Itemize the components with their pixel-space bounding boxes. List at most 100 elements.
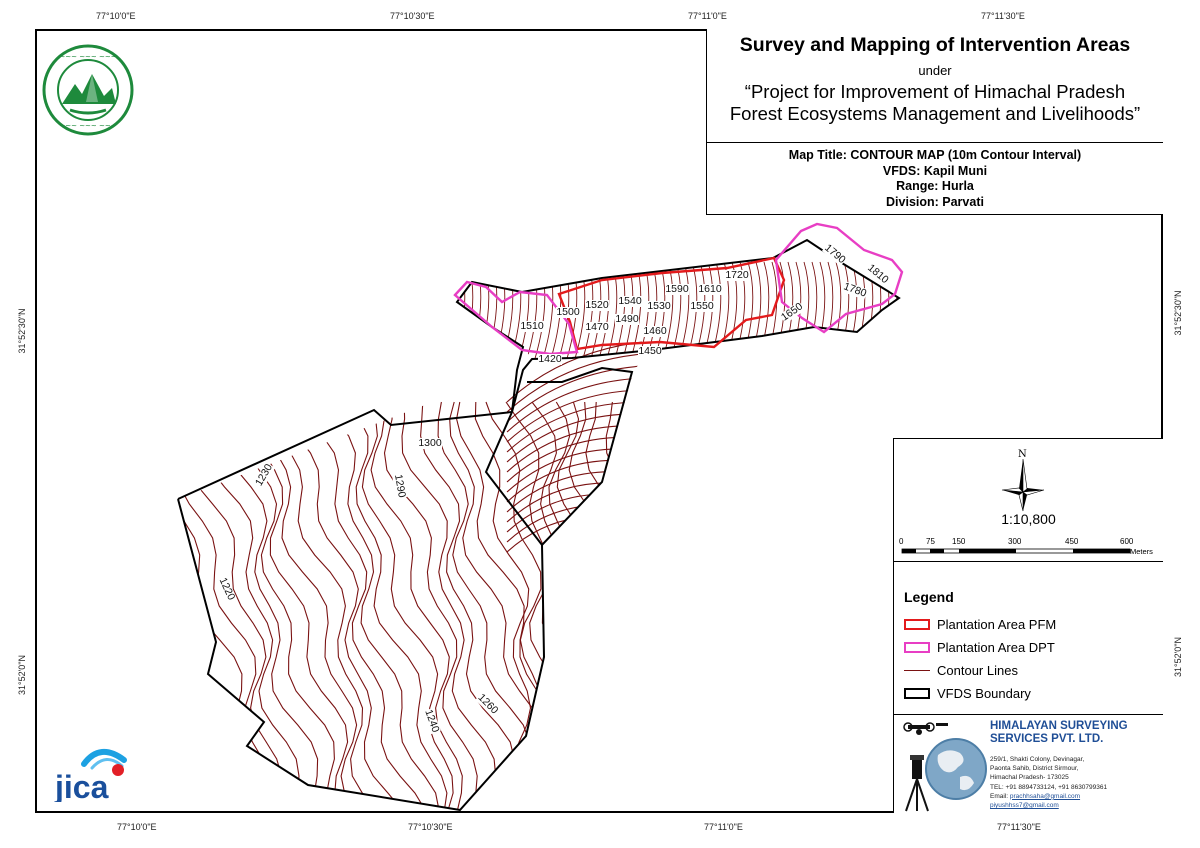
map-title-text: Map Title: CONTOUR MAP (10m Contour Inte… xyxy=(788,148,1082,162)
legend-item-vfds: VFDS Boundary xyxy=(904,686,1031,701)
vfds-text: VFDS: Kapil Muni xyxy=(882,163,988,178)
graticule-top-4: 77°11'30"E xyxy=(981,11,1025,21)
company-phone: TEL: +91 8894733124, +91 8630799361 xyxy=(990,783,1108,791)
graticule-top-2: 77°10'30"E xyxy=(390,11,435,21)
contour-label: 1460 xyxy=(643,325,667,337)
contour-label: 1550 xyxy=(690,300,714,312)
address-line-3: Himachal Pradesh- 173025 xyxy=(990,774,1069,782)
project-name-line-2: Forest Ecosystems Management and Livelih… xyxy=(729,103,1141,124)
graticule-bottom-3: 77°11'0"E xyxy=(704,822,743,832)
contour-line xyxy=(506,436,643,483)
contour-label: 1490 xyxy=(615,313,639,325)
graticule-left-2: 31°52'0"N xyxy=(17,654,27,696)
dpt-swatch xyxy=(904,642,930,653)
contour-label: 1590 xyxy=(665,283,689,295)
contour-line xyxy=(319,401,440,810)
contour-label: 1720 xyxy=(725,269,749,281)
legend-item-contour: Contour Lines xyxy=(904,663,1018,678)
contour-line xyxy=(525,261,538,359)
contour-line xyxy=(493,261,506,359)
contour-line xyxy=(178,401,263,810)
contour-label: 1530 xyxy=(647,300,671,312)
company-email: Email: prachhsaha@gmail.com xyxy=(990,792,1081,800)
scale-ratio: 1:10,800 xyxy=(1001,511,1056,527)
contour-line xyxy=(264,401,358,810)
scale-panel: N 1:10,800 0 75 150 300 450 600 Meters xyxy=(893,438,1163,562)
graticule-bottom-1: 77°10'0"E xyxy=(117,822,157,832)
contour-label: 1290 xyxy=(392,473,408,498)
company-address: 259/1, Shakti Colony, Devinagar, Paonta … xyxy=(990,755,1107,810)
graticule-left-1: 31°52'30"N xyxy=(17,308,27,354)
map-heading: Survey and Mapping of Intervention Areas xyxy=(739,34,1131,56)
contour-line xyxy=(457,261,466,359)
scale-tick-0: 0 xyxy=(899,537,904,546)
contour-label: 1500 xyxy=(556,306,580,318)
contour-label: 1470 xyxy=(585,321,609,333)
range-text: Range: Hurla xyxy=(896,179,974,193)
contour-line xyxy=(401,401,497,810)
contour-swatch xyxy=(904,665,930,676)
legend-panel: Legend Plantation Area PFM Plantation Ar… xyxy=(893,562,1163,715)
title-block: Survey and Mapping of Intervention Areas… xyxy=(706,29,1163,215)
graticule-bottom-2: 77°10'30"E xyxy=(408,822,453,832)
project-name: “Project for Improvement of Himachal Pra… xyxy=(707,81,1163,125)
contour-lines xyxy=(178,341,663,810)
jica-icon: jica xyxy=(54,749,127,805)
svg-text:jica: jica xyxy=(54,769,109,802)
map-heading-under: under xyxy=(918,63,952,78)
forest-emblem-icon: ~~~ ~~~ ~~~ ~~~ ~~~ ~~~ xyxy=(42,44,134,136)
vfds-swatch xyxy=(904,688,930,699)
contour-label: 1220 xyxy=(217,576,238,602)
contour-line xyxy=(541,261,554,359)
contour-label: 1300 xyxy=(418,437,442,449)
legend-item-dpt-label: Plantation Area DPT xyxy=(937,640,1055,655)
scale-tick-450: 450 xyxy=(1065,537,1079,546)
graticule-right-2: 31°52'0"N xyxy=(1173,636,1183,678)
contour-line xyxy=(548,401,605,810)
contour-line xyxy=(474,401,541,810)
surveyor-logo-icon xyxy=(903,722,987,812)
contour-line xyxy=(370,401,463,810)
contour-line xyxy=(477,261,490,359)
contour-line xyxy=(501,261,514,359)
contour-line xyxy=(420,401,515,810)
contour-label: 1420 xyxy=(538,353,562,365)
contour-line xyxy=(485,261,498,359)
legend-item-dpt: Plantation Area DPT xyxy=(904,640,1055,655)
company-name-line-2: SERVICES PVT. LTD. xyxy=(990,733,1104,745)
graticule-right-1: 31°52'30"N xyxy=(1173,290,1183,336)
graticule-bottom-4: 77°11'30"E xyxy=(997,822,1041,832)
contour-line xyxy=(605,401,663,810)
contour-line xyxy=(533,261,546,359)
title-divider xyxy=(707,142,1163,143)
contour-line xyxy=(506,365,643,423)
email-link-2[interactable]: piyushhss7@gmail.com xyxy=(990,801,1107,810)
contour-line xyxy=(910,262,921,362)
contour-line xyxy=(902,262,913,362)
contour-label: 1790 xyxy=(822,242,848,266)
address-line-2: Paonta Sahib, District Sirmour, xyxy=(990,765,1079,773)
legend-item-pfm: Plantation Area PFM xyxy=(904,617,1056,632)
scale-tick-600: 600 xyxy=(1120,537,1134,546)
project-name-line-1: “Project for Improvement of Himachal Pra… xyxy=(744,81,1126,102)
legend-title: Legend xyxy=(904,589,954,605)
contour-label: 1610 xyxy=(698,283,722,295)
company-name: HIMALAYAN SURVEYING SERVICES PVT. LTD. xyxy=(990,720,1128,746)
email-link-1[interactable]: prachhsaha@gmail.com xyxy=(1010,793,1080,800)
north-label: N xyxy=(1018,449,1027,460)
forest-department-logo: ~~~ ~~~ ~~~ ~~~ ~~~ ~~~ xyxy=(42,44,134,136)
contour-line xyxy=(568,401,626,810)
division-text: Division: Parvati xyxy=(886,194,984,209)
contour-line xyxy=(918,262,929,362)
contour-label: 1510 xyxy=(520,320,544,332)
contour-label: 1450 xyxy=(638,345,662,357)
contour-line xyxy=(457,261,458,359)
address-line-1: 259/1, Shakti Colony, Devinagar, xyxy=(990,756,1085,763)
map-info: Map Title: CONTOUR MAP (10m Contour Inte… xyxy=(707,148,1163,210)
contour-labels: 1510 1500 1520 1540 1530 1590 16101720 1790 1810… xyxy=(216,242,891,735)
legend-item-vfds-label: VFDS Boundary xyxy=(937,686,1031,701)
svg-text:~~~ ~~~ ~~~: ~~~ ~~~ ~~~ xyxy=(59,53,116,61)
scale-unit: Meters xyxy=(1130,547,1153,556)
contour-line xyxy=(271,401,377,810)
company-name-line-1: HIMALAYAN SURVEYING xyxy=(990,720,1128,732)
